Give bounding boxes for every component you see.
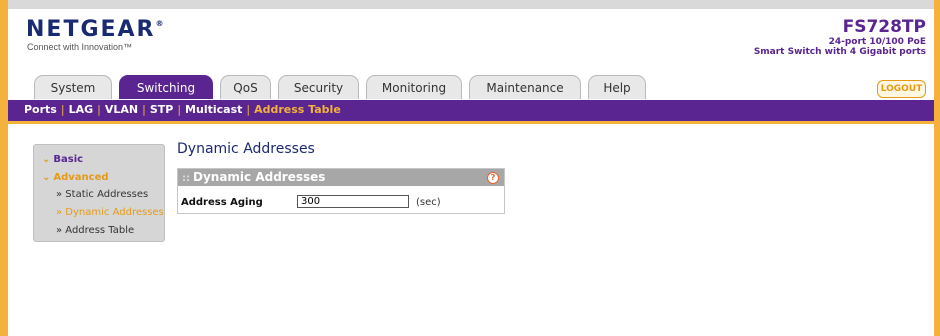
bullet-icon: » (56, 225, 66, 236)
panel-header: :: Dynamic Addresses ? (178, 169, 504, 186)
nav-advanced[interactable]: ⌄ Advanced (42, 172, 109, 183)
logout-button[interactable]: LOGOUT (877, 80, 926, 98)
right-accent-bar (934, 0, 940, 336)
subnav-separator: | (177, 103, 182, 116)
left-navigation: ⌄ Basic ⌄ Advanced » Static Addresses » Dy… (33, 144, 165, 242)
subnav-stp[interactable]: STP (150, 103, 174, 116)
subnav-vlan[interactable]: VLAN (105, 103, 138, 116)
subnav-separator: | (60, 103, 65, 116)
subnav-ports[interactable]: Ports (24, 103, 57, 116)
subnav-separator: | (97, 103, 101, 116)
tab-switching[interactable]: Switching (119, 75, 213, 99)
subnav-address-table[interactable]: Address Table (254, 103, 341, 116)
address-aging-unit: (sec) (416, 197, 441, 208)
tab-maintenance[interactable]: Maintenance (469, 75, 581, 99)
device-model: FS728TP (842, 17, 926, 37)
subnav-separator: | (246, 103, 251, 116)
device-description-line1: 24-port 10/100 PoE (828, 37, 926, 47)
grip-icon: :: (182, 173, 190, 184)
chevron-down-icon: ⌄ (42, 154, 51, 165)
subnav-multicast[interactable]: Multicast (185, 103, 242, 116)
top-strip (8, 0, 934, 9)
tab-security[interactable]: Security (278, 75, 359, 99)
dynamic-addresses-panel: ::Dynamic Addresses ? Address Aging (sec… (177, 168, 505, 214)
sub-navigation: Ports | LAG | VLAN | STP | Multicast | Address Tab… (8, 100, 934, 124)
nav-static-addresses[interactable]: » Static Addresses (56, 189, 148, 200)
nav-dynamic-addresses[interactable]: » Dynamic Addresses (56, 207, 164, 218)
nav-address-table[interactable]: » Address Table (56, 225, 134, 236)
netgear-logo: NETGEAR® (26, 17, 164, 42)
bullet-icon: » (56, 207, 66, 218)
help-icon[interactable]: ? (487, 172, 499, 184)
tab-monitoring[interactable]: Monitoring (366, 75, 462, 99)
app-window: NETGEAR® Connect with Innovation™ FS728T… (0, 0, 940, 336)
page-title: Dynamic Addresses (177, 141, 315, 157)
address-aging-input[interactable] (297, 195, 409, 208)
left-accent-bar (0, 0, 8, 336)
subnav-separator: | (142, 103, 146, 116)
brand-tagline: Connect with Innovation™ (27, 42, 133, 52)
tab-help[interactable]: Help (588, 75, 646, 99)
nav-basic[interactable]: ⌄ Basic (42, 154, 83, 165)
device-description-line2: Smart Switch with 4 Gigabit ports (753, 47, 926, 57)
address-aging-label: Address Aging (181, 197, 263, 208)
subnav-lag[interactable]: LAG (69, 103, 94, 116)
bullet-icon: » (56, 189, 66, 200)
chevron-down-icon: ⌄ (42, 172, 51, 183)
tab-qos[interactable]: QoS (220, 75, 271, 99)
tab-system[interactable]: System (34, 75, 112, 99)
